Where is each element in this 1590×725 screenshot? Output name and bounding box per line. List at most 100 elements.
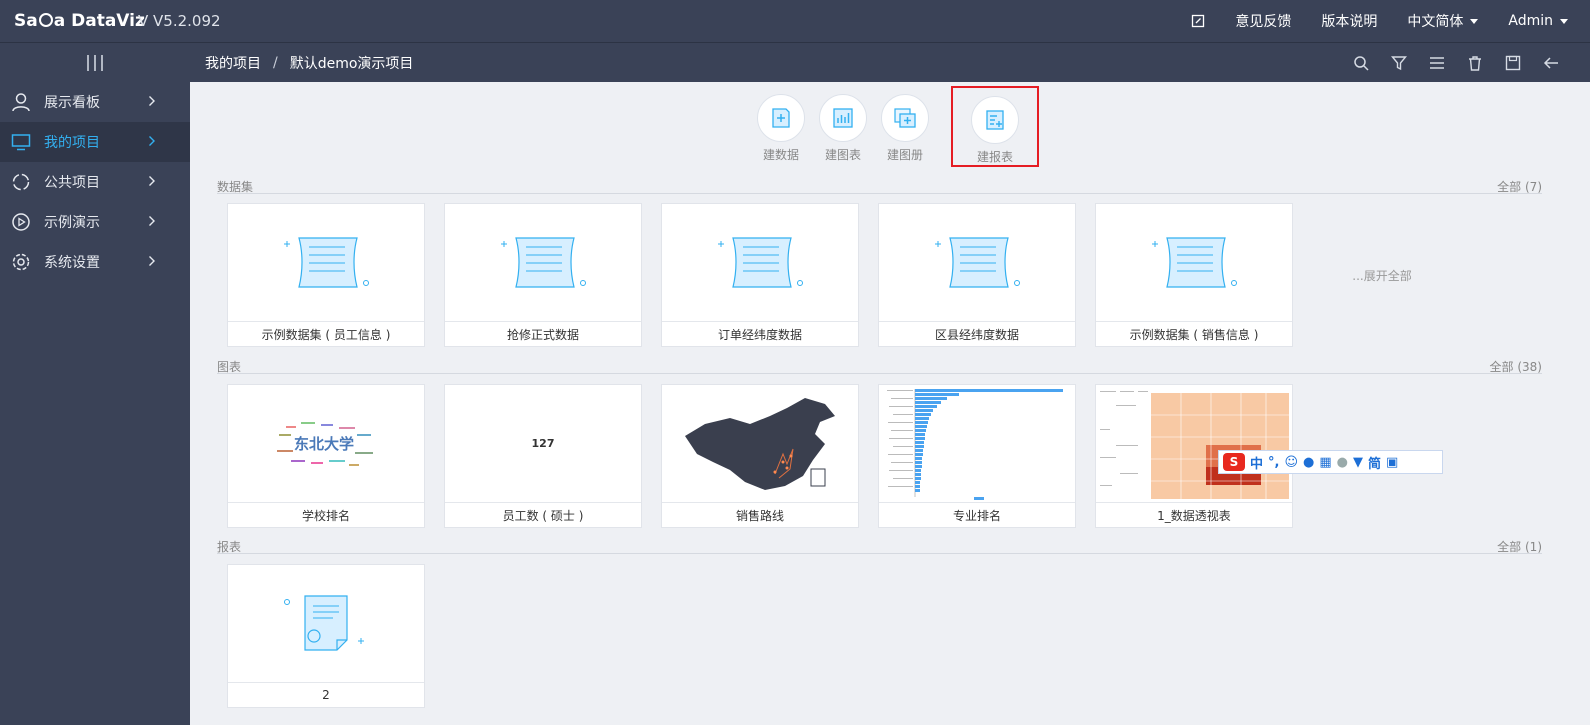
list-icon[interactable]: [1418, 43, 1456, 83]
feedback-link[interactable]: 意见反馈: [1235, 11, 1291, 31]
dataset-thumbnail-icon: [662, 204, 858, 323]
play-icon: [10, 212, 32, 232]
person-icon[interactable]: ●: [1337, 455, 1348, 470]
ime-logo-icon: S: [1223, 453, 1245, 471]
chevron-down-icon: [1560, 18, 1568, 24]
section-all-link[interactable]: 全部 (7): [1497, 178, 1542, 194]
chart-card[interactable]: 127 员工数 ( 硕士 ): [444, 384, 642, 528]
dataset-card[interactable]: 订单经纬度数据: [661, 203, 859, 347]
sidebar-toggle-icon[interactable]: [0, 43, 190, 83]
chart-card-label: 1_数据透视表: [1157, 508, 1231, 523]
dataset-card-label: 订单经纬度数据: [717, 327, 802, 342]
breadcrumb: 我的项目 / 默认demo演示项目: [205, 53, 413, 73]
new-album-button[interactable]: 建图册: [874, 94, 936, 167]
sidebar-item-settings[interactable]: 系统设置: [0, 242, 190, 282]
chart-list: 东北大学 学校排名 127 员工数 ( 硕士 ) 销售路线 专业排名 1_数据透…: [227, 384, 1312, 528]
trash-icon[interactable]: [1456, 43, 1494, 83]
chart-card[interactable]: 销售路线: [661, 384, 859, 528]
dataset-card[interactable]: 示例数据集 ( 员工信息 ): [227, 203, 425, 347]
new-dataset-button[interactable]: 建数据: [750, 94, 812, 167]
new-dataset-icon: [757, 94, 805, 142]
section-all-link[interactable]: 全部 (38): [1490, 358, 1542, 374]
dataset-card-label: 区县经纬度数据: [934, 327, 1019, 342]
item-count: (1): [1525, 540, 1542, 554]
chevron-right-icon: [148, 95, 156, 111]
gear-icon: [10, 252, 32, 272]
new-chart-icon: [819, 94, 867, 142]
chart-card-label: 销售路线: [735, 508, 784, 523]
new-chart-button[interactable]: 建图表: [812, 94, 874, 167]
edit-icon[interactable]: [1191, 14, 1205, 28]
save-icon[interactable]: [1494, 43, 1532, 83]
microphone-icon[interactable]: ●: [1303, 455, 1314, 470]
ime-punct-label[interactable]: °,: [1268, 455, 1279, 470]
user-name: Admin: [1508, 13, 1553, 29]
back-arrow-icon[interactable]: [1532, 43, 1570, 83]
dataset-thumbnail-icon: [1096, 204, 1292, 323]
sidebar-item-dashboard[interactable]: 展示看板: [0, 82, 190, 122]
section-title: 数据集: [217, 180, 254, 194]
map-thumbnail: [662, 385, 858, 504]
ring-icon: [10, 172, 32, 192]
expand-all-link[interactable]: ...展开全部: [1312, 203, 1452, 347]
grid-icon[interactable]: ▣: [1386, 455, 1398, 470]
create-actions: 建数据 建图表 建图册 建报表: [750, 86, 1039, 167]
report-card[interactable]: 2: [227, 564, 425, 708]
search-icon[interactable]: [1342, 43, 1380, 83]
breadcrumb-separator: /: [273, 54, 278, 71]
emoji-icon[interactable]: ☺: [1284, 455, 1298, 470]
new-dataset-label: 建数据: [762, 148, 799, 162]
new-report-button[interactable]: 建报表: [951, 86, 1039, 167]
new-report-label: 建报表: [976, 150, 1013, 164]
chart-card-label: 专业排名: [952, 508, 1001, 523]
report-section-header: 报表 全部 (1): [217, 538, 1542, 554]
sidebar: 展示看板 我的项目 公共项目 示例演示 系统设置: [0, 82, 190, 725]
breadcrumb-root[interactable]: 我的项目: [205, 53, 261, 73]
dataset-card-label: 抢修正式数据: [506, 327, 579, 342]
kpi-value: 127: [531, 437, 555, 451]
sub-bar: 我的项目 / 默认demo演示项目: [0, 42, 1590, 82]
ime-mode-label[interactable]: 中: [1250, 453, 1263, 472]
section-title: 报表: [217, 540, 242, 554]
dataset-card-label: 示例数据集 ( 销售信息 ): [1129, 327, 1259, 342]
language-select[interactable]: 中文简体: [1407, 11, 1479, 31]
wordcloud-main-word: 东北大学: [294, 435, 355, 453]
kpi-thumbnail: 127: [445, 385, 641, 504]
chevron-right-icon: [148, 135, 156, 151]
item-count: (38): [1517, 360, 1542, 374]
user-menu[interactable]: Admin: [1508, 13, 1568, 29]
dataset-card[interactable]: 示例数据集 ( 销售信息 ): [1095, 203, 1293, 347]
chart-card[interactable]: 东北大学 学校排名: [227, 384, 425, 528]
chart-section-header: 图表 全部 (38): [217, 358, 1542, 374]
ime-simplified-label[interactable]: 简: [1368, 453, 1381, 472]
chevron-right-icon: [148, 255, 156, 271]
all-label: 全部: [1497, 540, 1522, 554]
dataset-card-label: 示例数据集 ( 员工信息 ): [261, 327, 391, 342]
chevron-right-icon: [148, 175, 156, 191]
dataset-card[interactable]: 抢修正式数据: [444, 203, 642, 347]
ime-toolbar[interactable]: S 中 °, ☺ ● ▦ ● ▼ 简 ▣: [1218, 450, 1443, 474]
new-chart-label: 建图表: [824, 148, 861, 162]
shirt-icon[interactable]: ▼: [1353, 455, 1363, 470]
logo-text: Sa a DataViz: [14, 11, 145, 31]
sidebar-item-my-projects[interactable]: 我的项目: [0, 122, 190, 162]
section-all-link[interactable]: 全部 (1): [1497, 538, 1542, 554]
report-thumbnail-icon: [228, 565, 424, 684]
pivot-table-thumbnail: [1096, 385, 1292, 504]
dataset-card[interactable]: 区县经纬度数据: [878, 203, 1076, 347]
sidebar-item-examples[interactable]: 示例演示: [0, 202, 190, 242]
filter-icon[interactable]: [1380, 43, 1418, 83]
chart-card[interactable]: 专业排名: [878, 384, 1076, 528]
keyboard-icon[interactable]: ▦: [1319, 455, 1331, 470]
sidebar-item-public-projects[interactable]: 公共项目: [0, 162, 190, 202]
sidebar-item-label: 公共项目: [44, 175, 100, 191]
release-notes-link[interactable]: 版本说明: [1321, 11, 1377, 31]
language-label: 中文简体: [1407, 14, 1464, 30]
item-count: (7): [1525, 180, 1542, 194]
user-icon: [10, 92, 32, 112]
sidebar-item-label: 展示看板: [44, 95, 100, 111]
sidebar-item-label: 我的项目: [44, 135, 100, 151]
breadcrumb-current: 默认demo演示项目: [289, 55, 414, 72]
dataset-thumbnail-icon: [228, 204, 424, 323]
report-list: 2: [227, 564, 444, 708]
